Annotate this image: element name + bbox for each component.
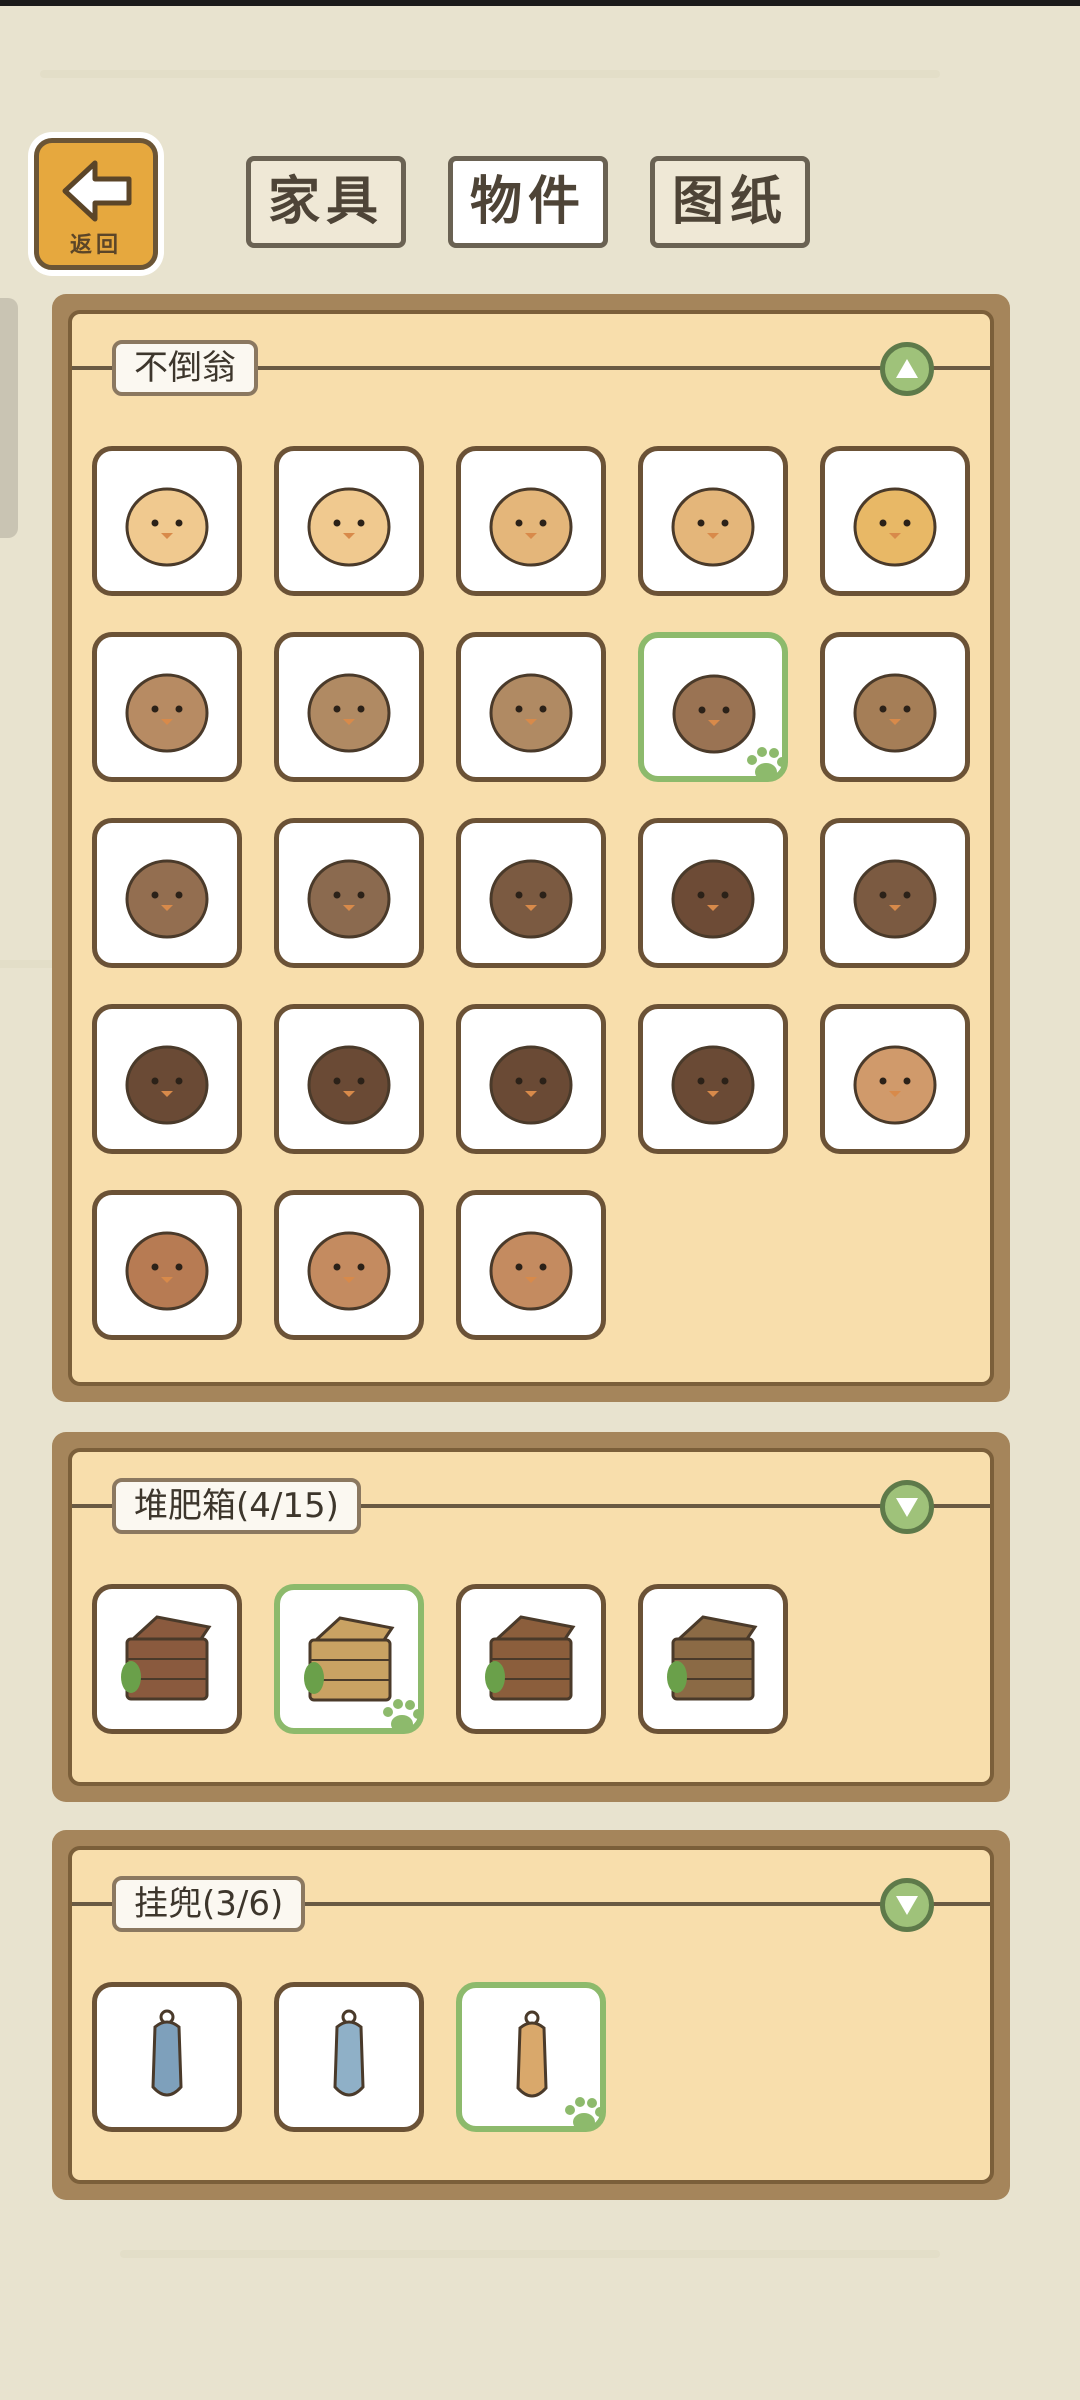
item-slot[interactable] [456, 446, 606, 596]
item-slot[interactable] [456, 818, 606, 968]
tumbler-round-eyes-icon [125, 1045, 209, 1125]
section-tumbler: 不倒翁 [52, 294, 1010, 1402]
back-arrow-icon [62, 160, 132, 222]
hanging-net-blue-icon [333, 2009, 365, 2097]
item-slot[interactable] [820, 446, 970, 596]
item-slot[interactable] [274, 1190, 424, 1340]
tumbler-green-cap-icon [125, 673, 209, 753]
section-title: 不倒翁 [112, 340, 258, 396]
compost-box-red-icon [121, 1615, 212, 1701]
tumbler-acorn-icon [671, 1045, 755, 1125]
item-slot[interactable] [638, 1584, 788, 1734]
item-slot[interactable] [820, 1004, 970, 1154]
item-slot[interactable] [92, 1190, 242, 1340]
tumbler-sprout-icon [125, 859, 209, 939]
selected-paw-icon [747, 747, 787, 781]
tumbler-spotted-icon [489, 487, 573, 567]
section-title: 堆肥箱(4/15) [112, 1478, 361, 1534]
back-label: 返回 [69, 233, 122, 258]
tumbler-leaf-dark-icon [853, 859, 937, 939]
item-slot[interactable] [638, 1004, 788, 1154]
item-slot[interactable] [274, 1982, 424, 2132]
item-slot[interactable] [274, 632, 424, 782]
item-slot[interactable] [92, 1584, 242, 1734]
tumbler-cherry-icon [307, 487, 391, 567]
item-slot[interactable] [820, 632, 970, 782]
tumbler-leaf-icon [853, 487, 937, 567]
section-compost: 堆肥箱(4/15) [52, 1432, 1010, 1802]
expand-down-icon[interactable] [880, 1480, 934, 1534]
status-strip [0, 0, 1080, 6]
tumbler-glasses-icon [307, 673, 391, 753]
tumbler-duck-icon [307, 1231, 391, 1311]
item-slot[interactable] [456, 1004, 606, 1154]
tumbler-hatch-dark-icon [307, 1045, 391, 1125]
tumbler-plain-icon [671, 859, 755, 939]
section-hanging-bags: 挂兜(3/6) [52, 1830, 1010, 2200]
item-slot[interactable] [92, 1004, 242, 1154]
tab-items[interactable]: 物件 [448, 156, 608, 248]
selected-paw-icon [383, 1699, 423, 1733]
tumbler-antenna-icon [125, 487, 209, 567]
tumbler-sparrow-icon [853, 673, 937, 753]
item-slot[interactable] [456, 1982, 606, 2132]
collapse-up-icon[interactable] [880, 342, 934, 396]
item-slot[interactable] [456, 632, 606, 782]
expand-down-icon[interactable] [880, 1878, 934, 1932]
item-slot[interactable] [92, 818, 242, 968]
compost-crate-icon [667, 1615, 758, 1701]
tumbler-sleepy-icon [853, 1045, 937, 1125]
tab-blueprints[interactable]: 图纸 [650, 156, 810, 248]
back-button[interactable]: 返回 [34, 138, 158, 270]
tumbler-hatching-icon [489, 673, 573, 753]
compost-barrel-icon [485, 1615, 576, 1701]
tumbler-glasses-dark-icon [489, 859, 573, 939]
tumbler-heart-icon [671, 487, 755, 567]
item-slot[interactable] [274, 446, 424, 596]
item-slot[interactable] [92, 446, 242, 596]
tumbler-shell-icon [307, 859, 391, 939]
tab-furniture[interactable]: 家具 [246, 156, 406, 248]
item-slot[interactable] [274, 1584, 424, 1734]
section-title: 挂兜(3/6) [112, 1876, 306, 1932]
item-slot[interactable] [638, 818, 788, 968]
item-slot[interactable] [456, 1584, 606, 1734]
item-slot[interactable] [92, 632, 242, 782]
item-slot[interactable] [274, 1004, 424, 1154]
hanging-bag-blue-icon [151, 2009, 183, 2097]
selected-paw-icon [565, 2097, 605, 2131]
side-drawer-handle[interactable] [0, 298, 18, 538]
item-slot[interactable] [638, 446, 788, 596]
tumbler-sprout-arms-icon [489, 1231, 573, 1311]
tumbler-leaf-hat-icon [125, 1231, 209, 1311]
item-slot[interactable] [274, 818, 424, 968]
item-slot[interactable] [820, 818, 970, 968]
tumbler-beak-icon [489, 1045, 573, 1125]
item-slot[interactable] [638, 632, 788, 782]
item-slot[interactable] [456, 1190, 606, 1340]
item-slot[interactable] [92, 1982, 242, 2132]
